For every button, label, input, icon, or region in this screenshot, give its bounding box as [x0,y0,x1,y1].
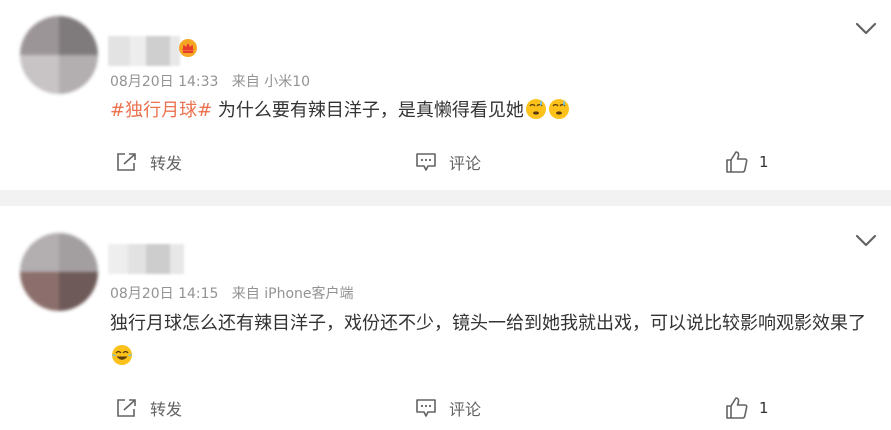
post-time[interactable]: 08月20日 14:15 [110,286,218,302]
username-blurred[interactable] [108,244,184,274]
post-text: 独行月球怎么还有辣目洋子，戏份还不少，镜头一给到她我就出戏，可以说比较影响观影效… [110,307,870,373]
like-count: 1 [759,153,769,171]
post-meta: 08月20日 14:15 来自 iPhone客户端 [110,283,354,303]
chevron-down-icon[interactable] [855,234,877,248]
avatar[interactable] [20,16,98,94]
like-button[interactable]: 1 [725,396,769,420]
post-body: 为什么要有辣目洋子，是真懒得看见她 [212,100,524,121]
post-meta: 08月20日 14:33 来自 小米10 [110,71,310,91]
card-separator [0,190,891,206]
post-time[interactable]: 08月20日 14:33 [110,74,218,90]
repost-label: 转发 [150,400,183,419]
repost-button[interactable]: 转发 [116,396,182,420]
thumbs-up-icon [726,151,748,173]
comment-icon [416,153,436,171]
post-source: 来自 iPhone客户端 [231,286,354,302]
vip-crown-badge-icon [179,39,197,57]
weibo-comment-card: 08月20日 14:15 来自 iPhone客户端 独行月球怎么还有辣目洋子，戏… [0,206,891,430]
repost-label: 转发 [150,154,183,173]
comment-button[interactable]: 评论 [415,150,481,174]
comment-button[interactable]: 评论 [415,396,481,420]
like-count: 1 [759,399,769,417]
post-text: #独行月球# 为什么要有辣目洋子，是真懒得看见她 [110,94,870,127]
topic-hashtag-link[interactable]: #独行月球# [110,100,212,121]
cold-sweat-emoji-icon [548,99,569,119]
crying-laughing-emoji-icon [112,345,132,365]
comment-label: 评论 [449,400,482,419]
weibo-comment-card: 08月20日 14:33 来自 小米10 #独行月球# 为什么要有辣目洋子，是真… [0,0,891,190]
comment-icon [416,399,436,417]
repost-icon [117,399,136,417]
repost-icon [117,153,136,171]
comment-label: 评论 [449,154,482,173]
post-source: 来自 小米10 [231,74,311,90]
cold-sweat-emoji-icon [525,99,546,119]
avatar[interactable] [20,233,98,311]
repost-button[interactable]: 转发 [116,150,182,174]
like-button[interactable]: 1 [725,150,769,174]
chevron-down-icon[interactable] [855,22,877,36]
thumbs-up-icon [726,397,748,419]
username-blurred[interactable] [108,36,180,66]
post-body: 独行月球怎么还有辣目洋子，戏份还不少，镜头一给到她我就出戏，可以说比较影响观影效… [110,313,866,334]
